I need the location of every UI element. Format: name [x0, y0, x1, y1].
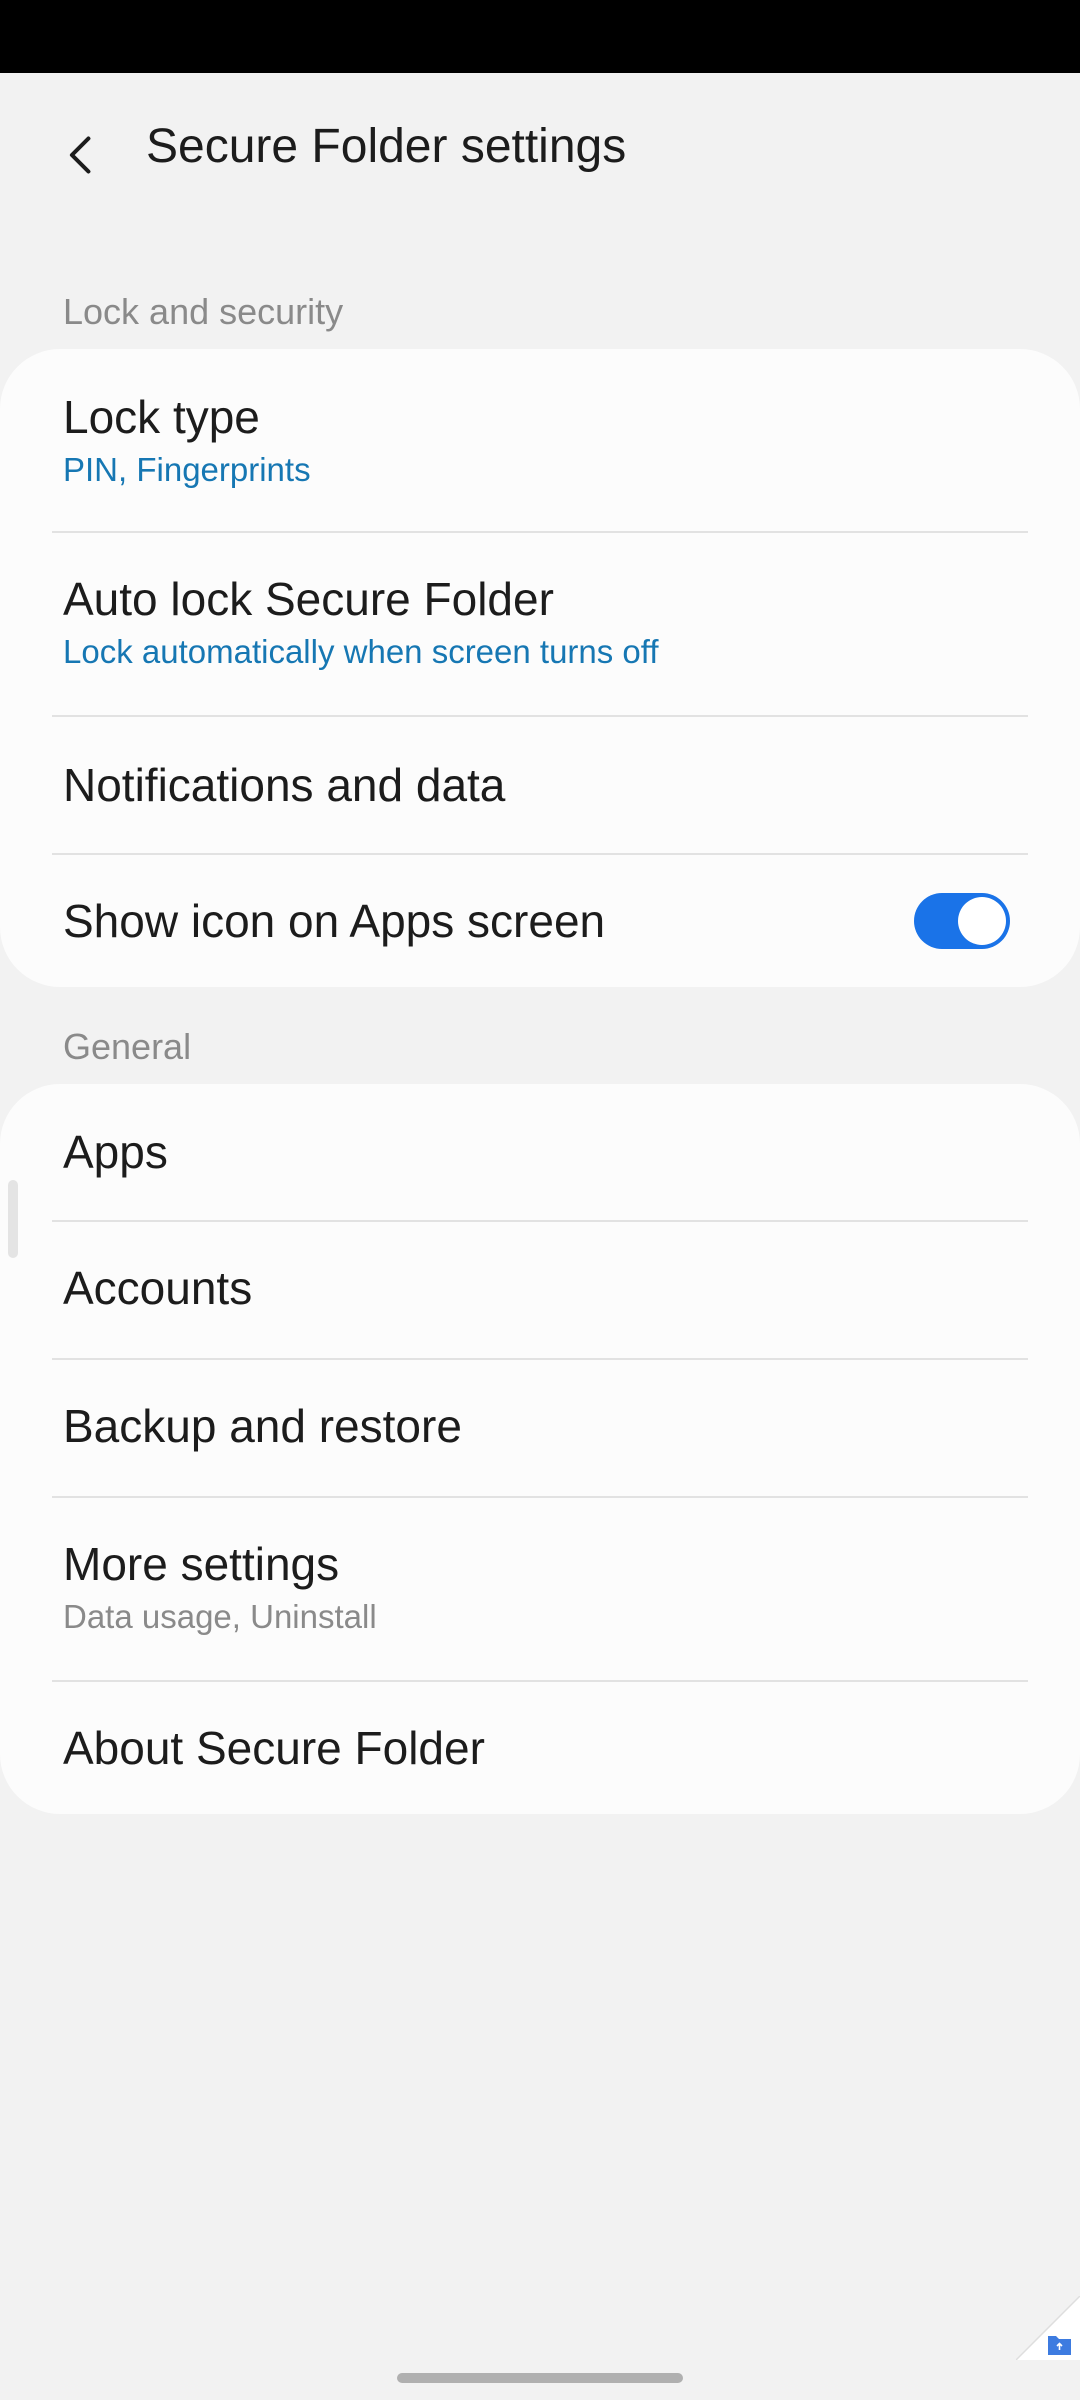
lock-and-security-card: Lock type PIN, Fingerprints Auto lock Se…	[0, 349, 1080, 987]
setting-backup-and-restore[interactable]: Backup and restore	[0, 1360, 1080, 1496]
setting-title: Notifications and data	[63, 759, 506, 811]
setting-apps[interactable]: Apps	[0, 1084, 1080, 1220]
setting-lock-type[interactable]: Lock type PIN, Fingerprints	[0, 349, 1080, 531]
setting-title: Apps	[63, 1126, 168, 1178]
setting-title: Show icon on Apps screen	[63, 895, 606, 947]
app-bar: Secure Folder settings	[0, 73, 1080, 223]
setting-title: About Secure Folder	[63, 1722, 485, 1774]
setting-show-icon-on-apps-screen[interactable]: Show icon on Apps screen	[0, 855, 1080, 987]
chevron-left-icon	[69, 136, 91, 174]
home-indicator[interactable]	[397, 2373, 683, 2383]
setting-auto-lock[interactable]: Auto lock Secure Folder Lock automatical…	[0, 533, 1080, 715]
back-button[interactable]	[40, 113, 124, 197]
setting-title: Auto lock Secure Folder	[63, 573, 554, 625]
setting-accounts[interactable]: Accounts	[0, 1222, 1080, 1358]
setting-title: Lock type	[63, 391, 260, 443]
setting-subtitle: Data usage, Uninstall	[63, 1598, 377, 1635]
setting-subtitle: Lock automatically when screen turns off	[63, 633, 659, 670]
setting-about-secure-folder[interactable]: About Secure Folder	[0, 1682, 1080, 1814]
setting-title: More settings	[63, 1538, 340, 1590]
setting-title: Backup and restore	[63, 1400, 462, 1452]
section-header-lock-and-security: Lock and security	[63, 291, 344, 332]
general-card: Apps Accounts Backup and restore More se…	[0, 1084, 1080, 1814]
status-bar	[0, 0, 1080, 73]
section-header-general: General	[63, 1026, 192, 1067]
page-title: Secure Folder settings	[146, 120, 627, 173]
setting-more-settings[interactable]: More settings Data usage, Uninstall	[0, 1498, 1080, 1680]
setting-title: Accounts	[63, 1262, 253, 1314]
show-icon-toggle[interactable]	[914, 893, 1010, 949]
toggle-knob	[958, 897, 1006, 945]
edge-panel-handle[interactable]	[8, 1180, 18, 1258]
setting-notifications-and-data[interactable]: Notifications and data	[0, 717, 1080, 853]
folder-icon	[1016, 2296, 1080, 2360]
setting-subtitle: PIN, Fingerprints	[63, 451, 311, 488]
